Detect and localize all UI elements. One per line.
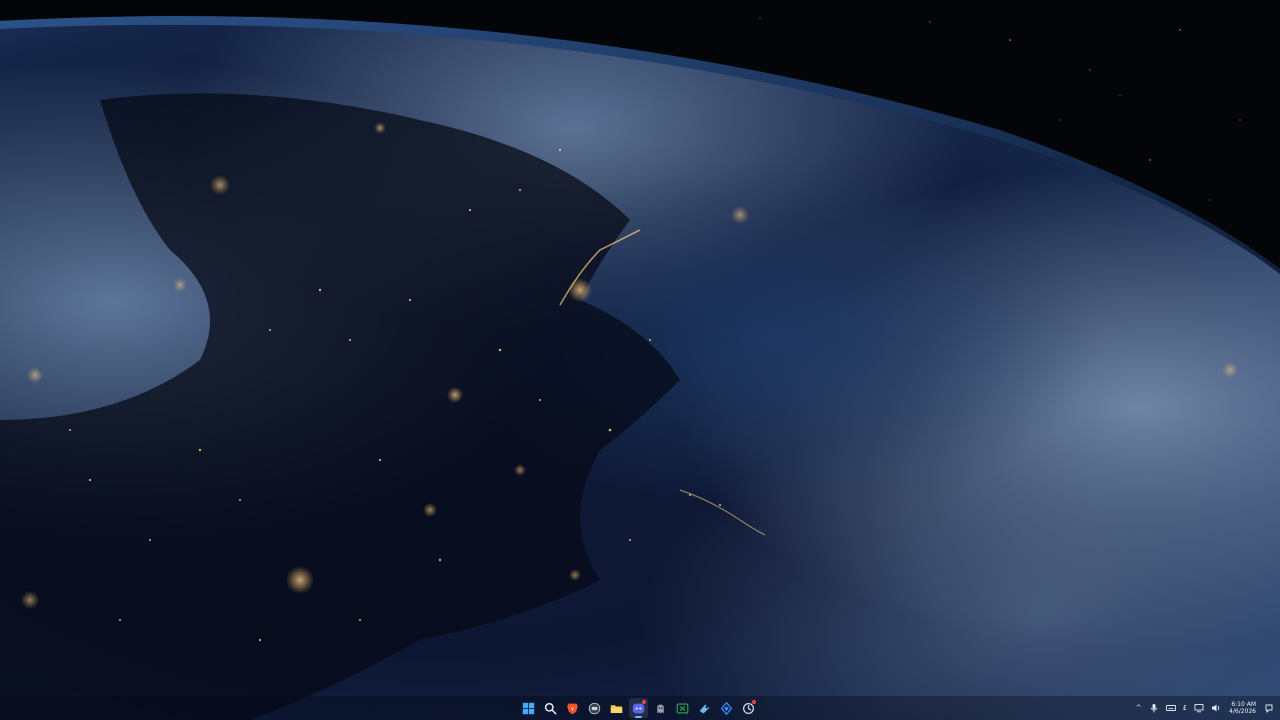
search-button[interactable] <box>541 698 560 718</box>
clock[interactable]: 6:10 AM 4/6/2026 <box>1228 701 1257 715</box>
input-language-indicator[interactable]: £ <box>1183 704 1187 712</box>
diamond-app-icon <box>720 701 733 715</box>
wallpaper-earth-night <box>0 0 1280 720</box>
start-button[interactable] <box>519 698 538 718</box>
task-view-button[interactable] <box>585 698 604 718</box>
clock-date: 4/6/2026 <box>1229 708 1256 715</box>
clock-time: 6:10 AM <box>1231 701 1256 708</box>
app-button-1[interactable] <box>651 698 670 718</box>
microphone-icon[interactable] <box>1149 703 1159 713</box>
windows-logo-icon <box>522 702 535 714</box>
taskbar: ^ £ 6:10 AM 4/6/2026 <box>0 696 1280 720</box>
brave-lion-icon <box>567 703 578 714</box>
search-icon <box>544 702 557 715</box>
discord-button[interactable] <box>629 698 648 718</box>
show-hidden-icons-button[interactable]: ^ <box>1136 704 1142 712</box>
keyboard-icon[interactable] <box>1165 703 1176 713</box>
desktop: ^ £ 6:10 AM 4/6/2026 <box>0 0 1280 720</box>
app-button-3[interactable] <box>739 698 758 718</box>
notification-badge <box>642 700 646 704</box>
notification-center-icon[interactable] <box>1264 703 1274 713</box>
app-button-2[interactable] <box>717 698 736 718</box>
taskbar-apps <box>519 696 758 720</box>
xbox-button[interactable] <box>673 698 692 718</box>
ghost-app-icon <box>657 703 664 713</box>
volume-icon[interactable] <box>1211 703 1221 713</box>
steam-icon <box>699 703 710 713</box>
task-view-icon <box>588 702 601 714</box>
notification-badge <box>752 700 756 704</box>
brave-browser-button[interactable] <box>563 698 582 718</box>
xbox-icon <box>676 702 689 714</box>
network-icon[interactable] <box>1194 703 1204 713</box>
file-explorer-button[interactable] <box>607 698 626 718</box>
folder-icon <box>610 704 623 713</box>
system-tray: ^ £ 6:10 AM 4/6/2026 <box>1136 696 1274 720</box>
steam-button[interactable] <box>695 698 714 718</box>
